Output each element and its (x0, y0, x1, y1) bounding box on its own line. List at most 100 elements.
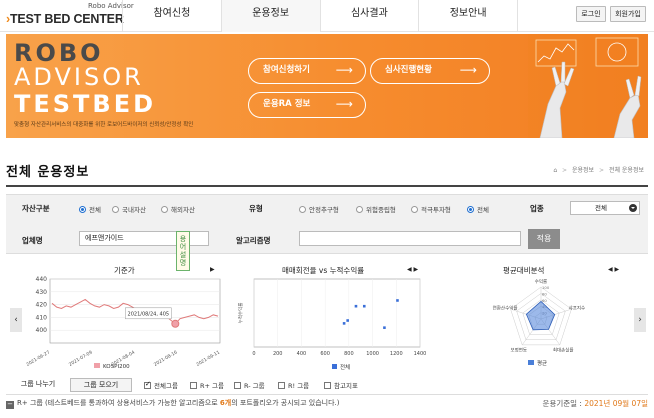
x-tick-label: 1000 (366, 351, 379, 357)
breadcrumb-item-operation[interactable]: 운용정보 (572, 167, 594, 174)
radio-asset-domestic[interactable]: 국내자산 (112, 204, 146, 214)
line-chart: 400 410 420 430 440 2021-06-27 2021-07-09 2021-… (25, 276, 221, 370)
check-r-plus-group[interactable]: R+ 그룹 (190, 380, 224, 390)
apply-link-label: 참여신청하기 (263, 65, 310, 75)
company-filter-label: 업체명 (22, 236, 43, 245)
y-tick-label: 430 (36, 289, 48, 296)
banner-word-testbed: TESTBED (14, 90, 157, 118)
x-tick-label: 2021-09-11 (195, 349, 221, 367)
check-r-bang-group[interactable]: R! 그룹 (278, 380, 309, 390)
radio-label: 해외자산 (171, 206, 195, 214)
apply-link-button[interactable]: 참여신청하기 ⟶ (248, 58, 366, 84)
checkbox-label: 전체그룹 (154, 382, 178, 390)
arrow-right-icon: ⟶ (335, 63, 353, 77)
x-tick-label: 2021-06-27 (25, 349, 51, 367)
radio-dot (161, 205, 168, 213)
radio-label: 전체 (89, 206, 101, 214)
check-r-minus-group[interactable]: R- 그룹 (234, 380, 265, 390)
radio-label: 위험중립형 (366, 206, 396, 214)
checkbox-label: R+ 그룹 (200, 382, 224, 390)
scatter-point (383, 326, 386, 329)
radar-chart-nav[interactable]: ◀ ▶ (608, 266, 619, 273)
line-chart-next-button[interactable]: ▶ (210, 266, 215, 273)
radio-type-stable[interactable]: 안정추구형 (299, 204, 339, 214)
carousel-prev-button[interactable]: ‹ (10, 308, 22, 332)
x-tick-label: 800 (344, 351, 354, 357)
reference-date-label: 운용기준일 : (542, 399, 585, 408)
legend-swatch (94, 363, 100, 368)
industry-select[interactable]: 전체 (570, 201, 640, 215)
main-nav: 참여신청 운용정보 심사결과 정보안내 (122, 0, 518, 32)
site-logo[interactable]: Robo Advisor ›TEST BED CENTER (6, 2, 134, 30)
check-all-group[interactable]: 전체그룹 (144, 380, 178, 390)
radio-asset-overseas[interactable]: 해외자산 (161, 204, 195, 214)
login-button[interactable]: 로그인 (576, 6, 606, 22)
scatter-point (396, 299, 399, 302)
radio-asset-all[interactable]: 전체 (79, 204, 101, 214)
collapse-icon[interactable]: − (6, 401, 14, 409)
x-tick-label: 400 (297, 351, 307, 357)
nav-apply[interactable]: 참여신청 (122, 0, 221, 32)
signup-button[interactable]: 회원가입 (610, 6, 646, 22)
radio-dot (79, 205, 86, 213)
carousel-next-button[interactable]: › (634, 308, 646, 332)
radio-dot (356, 205, 363, 213)
legend-label: KOSPI200 (103, 364, 130, 370)
radio-type-neutral[interactable]: 위험중립형 (356, 204, 396, 214)
legend-prefix: R+ 그룹 (테스트베드를 통과하여 상용서비스가 가능한 알고리즘으로 (17, 399, 220, 407)
radio-type-all[interactable]: 전체 (467, 204, 489, 214)
scatter-chart-nav[interactable]: ◀ ▶ (407, 266, 418, 273)
y-tick-label: 420 (36, 302, 48, 309)
x-tick-label: 2021-07-09 (68, 349, 94, 367)
group-merge-button[interactable]: 그룹 모으기 (70, 378, 132, 392)
check-reference-index[interactable]: 참고지표 (324, 380, 358, 390)
checkbox-label: R! 그룹 (288, 382, 310, 390)
x-tick-label: 0 (252, 351, 255, 357)
nav-review[interactable]: 심사결과 (319, 0, 419, 32)
x-tick-label: 1400 (414, 351, 427, 357)
arrow-right-icon: ⟶ (459, 63, 477, 77)
page-title: 전체 운용정보 (6, 165, 90, 180)
page: Robo Advisor ›TEST BED CENTER 참여신청 운용정보 … (0, 0, 654, 418)
checkbox-label: R- 그룹 (244, 382, 265, 390)
legend-label: 평균 (537, 360, 547, 367)
ra-info-label: 운용RA 정보 (263, 99, 311, 109)
nav-info[interactable]: 정보안내 (418, 0, 518, 32)
radio-label: 안정추구형 (309, 206, 339, 214)
group-legend: − R+ 그룹 (테스트베드를 통과하여 상용서비스가 가능한 알고리즘으로 6개… (6, 398, 339, 409)
radio-label: 국내자산 (122, 206, 146, 214)
radar-axis-label: 최대손실률 (553, 347, 574, 354)
apply-button[interactable]: 적용 (528, 229, 560, 249)
radar-tick-label: 60 (542, 298, 547, 303)
y-tick-label: 400 (36, 327, 48, 334)
logo-title: ›TEST BED CENTER (6, 12, 124, 26)
x-tick-label: 1200 (390, 351, 403, 357)
scatter-point (346, 319, 349, 322)
checkbox (234, 381, 241, 389)
algorithm-input[interactable] (299, 231, 521, 246)
term-help-tooltip[interactable]: 용어설명 (176, 231, 190, 271)
radio-dot (299, 205, 306, 213)
arrow-right-icon: ⟶ (335, 97, 353, 111)
ra-info-button[interactable]: 운용RA 정보 ⟶ (248, 92, 366, 118)
reference-date: 운용기준일 : 2021년 09월 07일 (543, 398, 648, 409)
reference-date-value: 2021년 09월 07일 (584, 399, 648, 408)
radar-chart: 20406080100수익률샤프지수최대손실률보정변동연환산수익률평균 (493, 278, 586, 367)
radio-type-aggressive[interactable]: 적극투자형 (411, 204, 451, 214)
review-status-button[interactable]: 심사진행현황 ⟶ (370, 58, 490, 84)
home-icon[interactable]: ⌂ (553, 167, 557, 174)
scatter-chart: 0 200 400 600 800 1000 1200 1400 누적수익률전체 (237, 278, 427, 371)
radar-axis-label: 샤프지수 (569, 304, 586, 311)
algorithm-filter-label: 알고리즘명 (236, 236, 271, 245)
banner-word-robo: ROBO (14, 39, 104, 67)
x-tick-label: 200 (273, 351, 283, 357)
industry-filter-label: 업종 (530, 204, 544, 213)
nav-operation[interactable]: 운용정보 (220, 0, 320, 32)
x-tick-label: 2021-08-16 (153, 349, 179, 367)
footer-divider (6, 394, 648, 395)
legend-swatch (528, 360, 534, 365)
group-split-button[interactable]: 그룹 나누기 (12, 378, 64, 392)
y-tick-label: 410 (36, 314, 48, 321)
breadcrumb-separator: > (562, 167, 568, 174)
legend-suffix: 의 포트폴리오가 공시되고 있습니다.) (231, 399, 340, 407)
